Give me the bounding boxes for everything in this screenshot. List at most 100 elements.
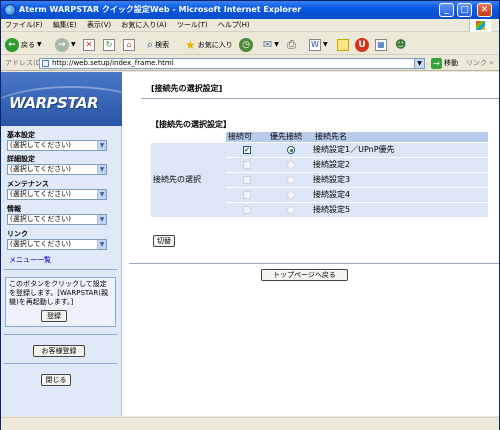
priority-cell xyxy=(268,157,313,173)
enabled-checkbox-3[interactable] xyxy=(243,175,251,184)
chevron-down-icon: ▼ xyxy=(97,215,106,224)
menu-list-link[interactable]: メニュー一覧 xyxy=(9,255,51,265)
favorites-label: お気に入り xyxy=(197,40,233,49)
top-page-button[interactable]: トップページへ戻る xyxy=(261,269,348,281)
chevron-down-icon: ▼ xyxy=(97,165,106,174)
back-label: 戻る xyxy=(21,40,35,49)
title-divider xyxy=(141,98,499,99)
row-header-select: 接続先の選択 xyxy=(151,142,226,217)
menu-file[interactable]: ファイル(F) xyxy=(5,21,43,29)
left-navigation-frame: WARPSTAR 基本設定 (選択してください) ▼ 詳細設定 (選択してくださ… xyxy=(1,72,122,416)
nav-select-link-value: (選択してください) xyxy=(10,240,72,248)
nav-select-maintenance[interactable]: (選択してください) ▼ xyxy=(7,189,107,200)
favorites-button[interactable]: ★ お気に入り xyxy=(185,37,233,52)
priority-radio-2[interactable] xyxy=(286,160,295,169)
nav-group-basic: 基本設定 (選択してください) ▼ xyxy=(7,131,107,151)
customer-register-button[interactable]: お客様登録 xyxy=(33,345,85,357)
connection-name-3: 接続設定3 xyxy=(313,172,488,188)
register-button[interactable]: 登録 xyxy=(41,310,67,322)
browser-window: Aterm WARPSTAR クイック設定Web - Microsoft Int… xyxy=(0,0,500,430)
search-icon: ⌕ xyxy=(147,37,154,51)
print-icon: ⎙ xyxy=(287,37,296,51)
go-button[interactable]: → 移動 xyxy=(431,58,458,69)
priority-radio-1[interactable] xyxy=(286,145,295,154)
nav-label-advanced: 詳細設定 xyxy=(7,155,35,163)
table-header-blank xyxy=(151,132,226,143)
connection-name-1: 接続設定1／UPnP優先 xyxy=(313,142,488,158)
nav-select-maintenance-value: (選択してください) xyxy=(10,190,72,198)
forward-button[interactable]: → ▼ xyxy=(55,37,76,52)
priority-radio-5[interactable] xyxy=(286,205,295,214)
back-button[interactable]: ← 戻る ▼ xyxy=(5,37,42,52)
close-button[interactable]: 閉じる xyxy=(41,374,71,386)
status-bar xyxy=(1,417,499,430)
col-header-enabled: 接続可 xyxy=(226,132,268,143)
messenger-button[interactable]: U xyxy=(355,37,369,52)
enabled-checkbox-1[interactable]: ✔ xyxy=(243,145,251,154)
connection-table: 接続可 優先接続 接続先名 接続先の選択 ✔ 接続設定1／UPnP優先 接続設定… xyxy=(151,132,488,217)
chevron-down-icon: ▼ xyxy=(97,240,106,249)
edit-dropdown-icon: ▼ xyxy=(323,41,328,48)
enabled-cell xyxy=(226,172,268,188)
mail-button[interactable]: ✉ ▼ xyxy=(263,37,279,52)
title-bar: Aterm WARPSTAR クイック設定Web - Microsoft Int… xyxy=(1,1,499,19)
address-bar: アドレス(D) http://web.setup/index_frame.htm… xyxy=(1,56,499,71)
nav-select-link[interactable]: (選択してください) ▼ xyxy=(7,239,107,250)
priority-cell xyxy=(268,172,313,188)
menu-tools[interactable]: ツール(T) xyxy=(177,21,208,29)
back-dropdown-icon[interactable]: ▼ xyxy=(37,41,42,48)
connection-name-4: 接続設定4 xyxy=(313,187,488,203)
stop-button[interactable]: ✕ xyxy=(83,37,95,52)
priority-cell xyxy=(268,202,313,217)
section-title: 【接続先の選択設定】 xyxy=(151,120,231,129)
divider xyxy=(4,334,117,335)
enabled-checkbox-5[interactable] xyxy=(243,205,251,214)
menu-edit[interactable]: 編集(E) xyxy=(53,21,77,29)
enabled-checkbox-4[interactable] xyxy=(243,190,251,199)
page-content: WARPSTAR 基本設定 (選択してください) ▼ 詳細設定 (選択してくださ… xyxy=(1,72,499,416)
nav-select-advanced[interactable]: (選択してください) ▼ xyxy=(7,164,107,175)
menu-favorites[interactable]: お気に入り(A) xyxy=(121,21,166,29)
home-button[interactable]: ⌂ xyxy=(123,37,135,52)
menu-bar: ファイル(F) 編集(E) 表示(V) お気に入り(A) ツール(T) ヘルプ(… xyxy=(1,19,499,32)
col-header-priority: 優先接続 xyxy=(268,132,313,143)
address-dropdown-icon[interactable]: ▼ xyxy=(414,59,424,68)
enabled-cell: ✔ xyxy=(226,142,268,158)
edit-button[interactable]: W ▼ xyxy=(309,37,328,52)
discuss-button[interactable] xyxy=(337,37,349,52)
nav-select-info[interactable]: (選択してください) ▼ xyxy=(7,214,107,225)
address-input[interactable]: http://web.setup/index_frame.html ▼ xyxy=(39,58,425,69)
refresh-button[interactable]: ↻ xyxy=(103,37,115,52)
print-button[interactable]: ⎙ xyxy=(287,37,296,52)
mail-icon: ✉ xyxy=(263,38,273,51)
minimize-button[interactable]: _ xyxy=(439,3,454,17)
switch-button[interactable]: 切替 xyxy=(153,235,175,247)
nav-label-maintenance: メンテナンス xyxy=(7,180,49,188)
priority-radio-3[interactable] xyxy=(286,175,295,184)
priority-cell xyxy=(268,142,313,158)
priority-radio-4[interactable] xyxy=(286,190,295,199)
address-url: http://web.setup/index_frame.html xyxy=(52,59,174,67)
search-button[interactable]: ⌕ 検索 xyxy=(147,37,169,52)
maximize-button[interactable]: □ xyxy=(457,3,472,17)
menu-help[interactable]: ヘルプ(H) xyxy=(218,21,250,29)
people-button[interactable]: ☻ xyxy=(395,37,406,52)
nav-select-basic[interactable]: (選択してください) ▼ xyxy=(7,140,107,151)
enabled-cell xyxy=(226,202,268,217)
research-icon: ▦ xyxy=(375,38,387,51)
links-toolbar[interactable]: リンク » xyxy=(466,56,494,71)
stop-icon: ✕ xyxy=(83,38,95,51)
register-note-text: このボタンをクリックして設定を登録します。[WARPSTAR(親機)を再起動しま… xyxy=(9,280,109,306)
history-button[interactable]: ◷ xyxy=(239,37,253,52)
divider xyxy=(4,269,117,270)
note-icon xyxy=(337,38,349,51)
enabled-checkbox-2[interactable] xyxy=(243,160,251,169)
menu-view[interactable]: 表示(V) xyxy=(87,21,111,29)
chevron-down-icon: ▼ xyxy=(97,141,106,150)
close-window-button[interactable]: ✕ xyxy=(477,3,492,17)
col-header-name: 接続先名 xyxy=(313,132,488,143)
forward-dropdown-icon[interactable]: ▼ xyxy=(71,41,76,48)
page-icon xyxy=(42,60,49,67)
research-button[interactable]: ▦ xyxy=(375,37,387,52)
nav-label-info: 情報 xyxy=(7,205,21,213)
